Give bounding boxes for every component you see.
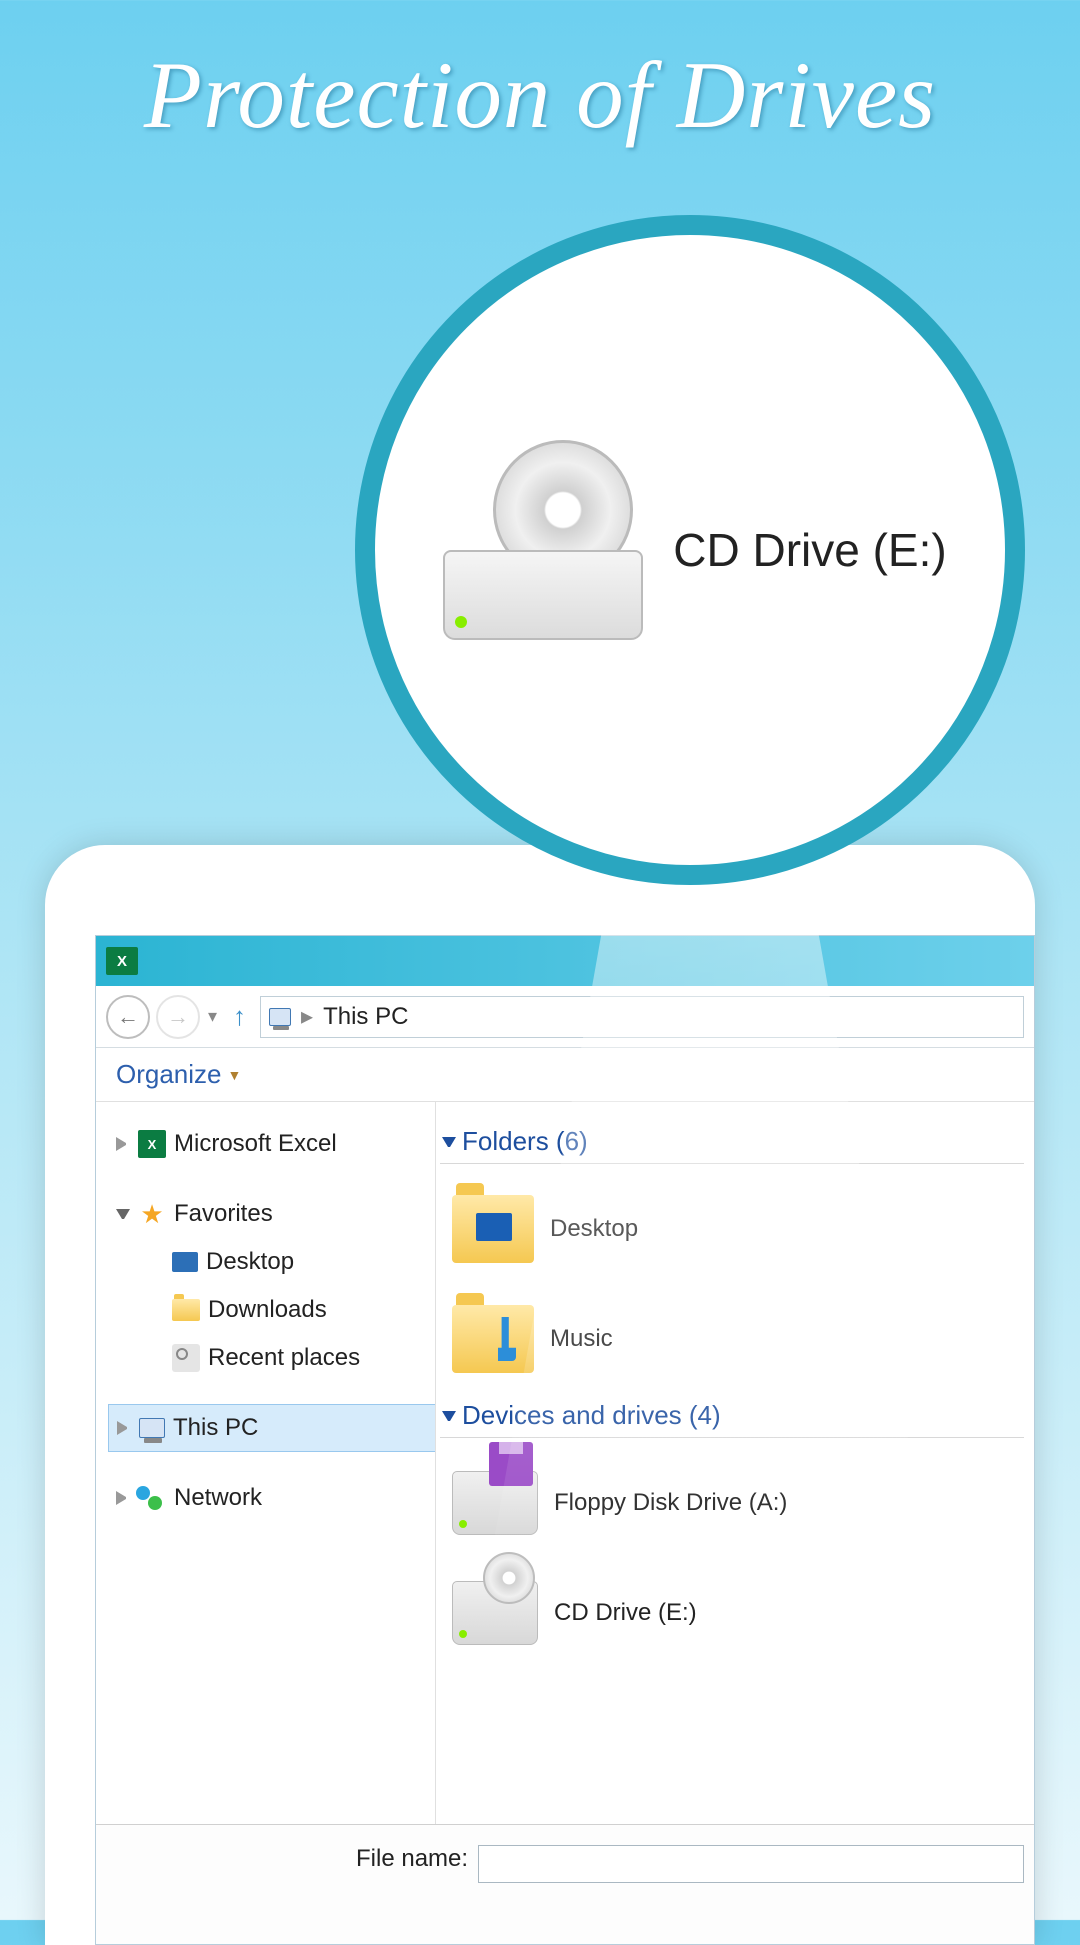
zoom-drive-label: CD Drive (E:) <box>673 523 946 577</box>
section-title: Folders (6) <box>462 1126 588 1157</box>
tree-label: Microsoft Excel <box>174 1130 337 1158</box>
tree-item-network[interactable]: Network <box>108 1474 435 1522</box>
expand-icon[interactable] <box>117 1421 131 1435</box>
collapse-icon[interactable] <box>442 1137 456 1151</box>
organize-menu[interactable]: Organize <box>116 1059 222 1090</box>
tree-label: Downloads <box>208 1296 327 1324</box>
drives-section-header[interactable]: Devices and drives (4) <box>440 1394 1024 1438</box>
pc-icon <box>269 1008 291 1026</box>
cd-drive-icon <box>452 1581 538 1645</box>
tree-label: Recent places <box>208 1344 360 1372</box>
history-dropdown-icon[interactable]: ▾ <box>206 1006 219 1027</box>
content-pane: Folders (6) Desktop Music Devices and dr… <box>436 1102 1034 1942</box>
drive-item-cd[interactable]: CD Drive (E:) <box>440 1558 1024 1668</box>
folder-item-desktop[interactable]: Desktop <box>440 1174 1024 1284</box>
section-title: Devices and drives (4) <box>462 1400 721 1431</box>
tree-item-excel[interactable]: X Microsoft Excel <box>108 1120 435 1168</box>
breadcrumb-location[interactable]: This PC <box>323 1003 408 1031</box>
navigation-tree: X Microsoft Excel ★ Favorites Desktop <box>96 1102 436 1942</box>
item-label: Floppy Disk Drive (A:) <box>554 1489 787 1517</box>
desktop-folder-icon <box>452 1195 534 1263</box>
chevron-down-icon[interactable]: ▼ <box>228 1067 242 1083</box>
excel-icon: X <box>138 1130 166 1158</box>
breadcrumb-separator-icon: ▸ <box>301 1002 313 1031</box>
expand-icon[interactable] <box>116 1137 130 1151</box>
banner-title: Protection of Drives <box>0 0 1080 150</box>
window-titlebar[interactable]: X <box>96 936 1034 986</box>
tree-label: Favorites <box>174 1200 273 1228</box>
address-input[interactable]: ▸ This PC <box>260 996 1024 1038</box>
excel-app-icon: X <box>106 947 138 975</box>
floppy-drive-icon <box>452 1471 538 1535</box>
collapse-icon[interactable] <box>116 1209 130 1223</box>
item-label: Desktop <box>550 1215 638 1243</box>
explorer-body: X Microsoft Excel ★ Favorites Desktop <box>96 1102 1034 1942</box>
tree-item-favorites[interactable]: ★ Favorites <box>108 1190 435 1238</box>
tablet-frame: X ← → ▾ ↑ ▸ This PC Organize ▼ X Microso… <box>45 845 1035 1945</box>
tree-label: Desktop <box>206 1248 294 1276</box>
recent-places-icon <box>172 1344 200 1372</box>
drive-item-floppy[interactable]: Floppy Disk Drive (A:) <box>440 1448 1024 1558</box>
folders-section-header[interactable]: Folders (6) <box>440 1120 1024 1164</box>
address-bar: ← → ▾ ↑ ▸ This PC <box>96 986 1034 1048</box>
star-icon: ★ <box>138 1200 166 1228</box>
expand-icon[interactable] <box>116 1491 130 1505</box>
filename-bar: File name: <box>96 1824 1034 1944</box>
item-label: Music <box>550 1325 613 1353</box>
zoom-callout: CD Drive (E:) <box>355 215 1025 885</box>
music-folder-icon <box>452 1305 534 1373</box>
cd-drive-icon <box>433 460 653 640</box>
toolbar: Organize ▼ <box>96 1048 1034 1102</box>
back-button[interactable]: ← <box>106 995 150 1039</box>
tree-item-this-pc[interactable]: This PC <box>108 1404 435 1452</box>
file-explorer-window: X ← → ▾ ↑ ▸ This PC Organize ▼ X Microso… <box>95 935 1035 1945</box>
collapse-icon[interactable] <box>442 1411 456 1425</box>
filename-label: File name: <box>356 1845 468 1873</box>
filename-input[interactable] <box>478 1845 1024 1883</box>
item-label: CD Drive (E:) <box>554 1599 697 1627</box>
desktop-icon <box>172 1252 198 1272</box>
tree-label: Network <box>174 1484 262 1512</box>
folder-icon <box>172 1299 200 1321</box>
folder-item-music[interactable]: Music <box>440 1284 1024 1394</box>
up-button[interactable]: ↑ <box>225 1001 254 1032</box>
tree-item-recent-places[interactable]: Recent places <box>108 1334 435 1382</box>
network-icon <box>138 1484 166 1512</box>
tree-label: This PC <box>173 1414 258 1442</box>
tree-item-desktop[interactable]: Desktop <box>108 1238 435 1286</box>
tree-item-downloads[interactable]: Downloads <box>108 1286 435 1334</box>
forward-button[interactable]: → <box>156 995 200 1039</box>
pc-icon <box>139 1418 165 1438</box>
